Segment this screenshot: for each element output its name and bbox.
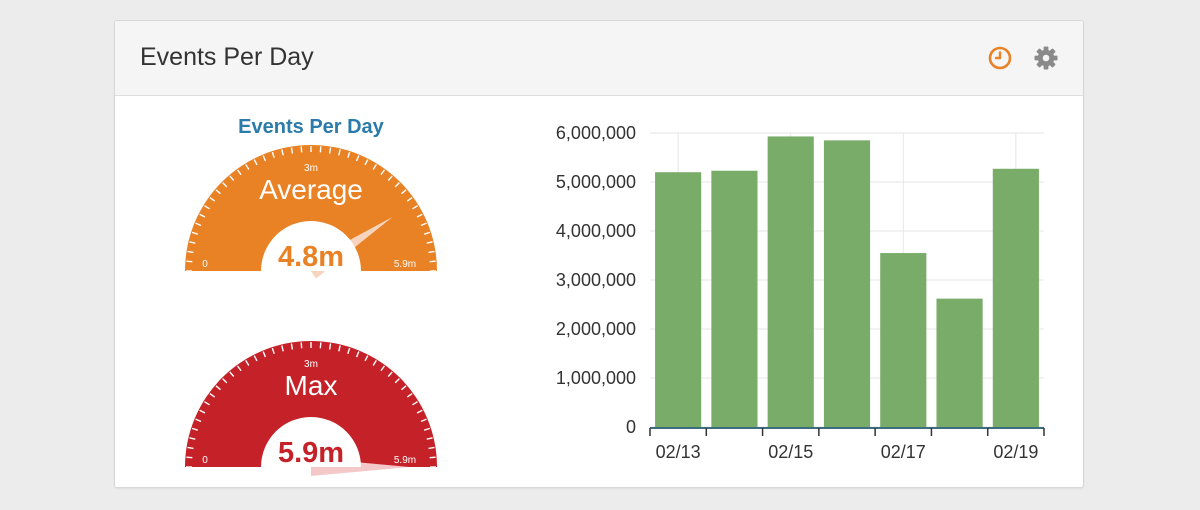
gauge-min-label: 0 (202, 259, 208, 270)
y-tick-label: 3,000,000 (556, 270, 636, 290)
average-gauge: Average 3m 0 5.9m 4.8m (185, 145, 437, 279)
x-tick-label: 02/13 (656, 442, 701, 462)
panel-header: Events Per Day (115, 21, 1083, 96)
gauge-mid-label: 3m (304, 163, 318, 174)
bar-02-19[interactable] (992, 168, 1039, 427)
events-per-day-panel: Events Per Day Events Per Day Average 3m… (114, 20, 1084, 488)
bar-chart-svg: 02/13 02/15 02/17 02/19 0 1,000,000 2,000,000 3… (556, 123, 1045, 462)
clock-icon[interactable] (987, 45, 1013, 71)
gauge-value: 5.9m (278, 437, 344, 469)
bar-02-18[interactable] (936, 298, 983, 427)
bar-02-16[interactable] (823, 140, 871, 427)
x-tick-label: 02/17 (881, 442, 926, 462)
gauge-mid-label: 3m (304, 359, 318, 370)
max-gauge: Max 3m 0 5.9m 5.9m (185, 341, 437, 476)
y-tick-label: 2,000,000 (556, 319, 636, 339)
y-tick-label: 4,000,000 (556, 221, 636, 241)
x-tick-label: 02/19 (993, 442, 1038, 462)
gear-icon[interactable] (1033, 45, 1059, 71)
gauge-max-label: 5.9m (394, 259, 416, 270)
panel-title: Events Per Day (140, 43, 314, 71)
events-bar-chart: 02/13 02/15 02/17 02/19 0 1,000,000 2,000,000 3… (515, 111, 1075, 481)
gauge-min-label: 0 (202, 455, 208, 466)
bar-02-14[interactable] (711, 170, 758, 428)
y-tick-label: 1,000,000 (556, 368, 636, 388)
gauge-value: 4.8m (278, 241, 344, 273)
bar-02-13[interactable] (655, 172, 702, 427)
y-tick-label: 0 (626, 417, 636, 437)
gauge-label: Average (259, 174, 363, 205)
gauge-label: Max (285, 370, 338, 401)
y-tick-label: 5,000,000 (556, 172, 636, 192)
y-tick-label: 6,000,000 (556, 123, 636, 143)
gauge-section-title: Events Per Day (238, 116, 384, 138)
bar-02-17[interactable] (880, 253, 927, 427)
bar-02-15[interactable] (767, 136, 814, 427)
gauge-max-label: 5.9m (394, 455, 416, 466)
x-tick-label: 02/15 (768, 442, 813, 462)
